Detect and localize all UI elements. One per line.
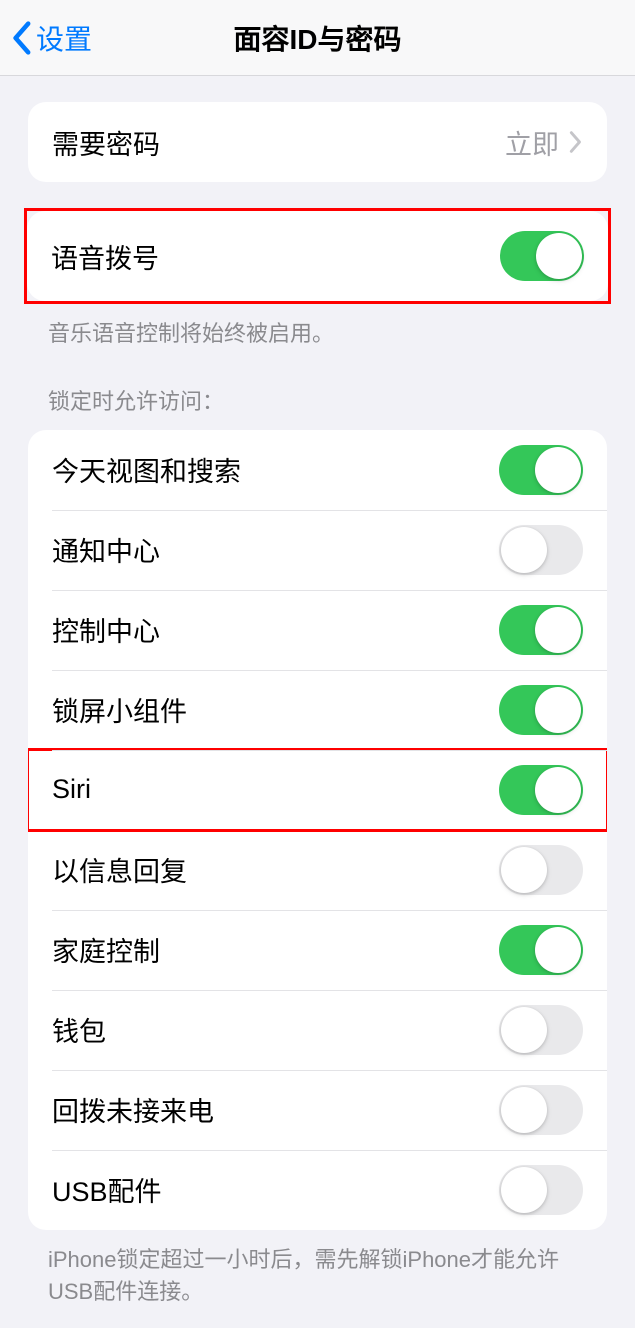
lock-item-toggle[interactable] <box>499 525 583 575</box>
lock-item-toggle[interactable] <box>499 685 583 735</box>
lock-item-toggle[interactable] <box>499 1005 583 1055</box>
lock-item-label: 控制中心 <box>52 610 160 649</box>
back-label: 设置 <box>36 18 92 58</box>
lock-item-row: Siri <box>28 750 607 830</box>
lock-item-row: 钱包 <box>28 990 607 1070</box>
lock-item-label: Siri <box>52 774 91 805</box>
lock-item-row: 锁屏小组件 <box>28 670 607 750</box>
voice-dial-row: 语音拨号 <box>27 211 608 301</box>
back-button[interactable]: 设置 <box>10 18 92 58</box>
lock-item-toggle[interactable] <box>499 1085 583 1135</box>
page-title: 面容ID与密码 <box>0 18 635 58</box>
voice-dial-footer: 音乐语音控制将始终被启用。 <box>48 318 587 350</box>
lock-item-toggle[interactable] <box>499 445 583 495</box>
lock-item-label: 以信息回复 <box>52 850 187 889</box>
require-password-row[interactable]: 需要密码 立即 <box>28 102 607 182</box>
lock-section-footer: iPhone锁定超过一小时后，需先解锁iPhone才能允许USB配件连接。 <box>48 1244 587 1308</box>
voice-dial-toggle[interactable] <box>500 231 584 281</box>
lock-item-row: 今天视图和搜索 <box>28 430 607 510</box>
chevron-right-icon <box>569 130 583 154</box>
lock-item-label: 今天视图和搜索 <box>52 450 241 489</box>
lock-item-label: 回拨未接来电 <box>52 1090 214 1129</box>
lock-item-row: 家庭控制 <box>28 910 607 990</box>
voice-dial-highlight: 语音拨号 <box>24 208 611 304</box>
lock-item-row: 回拨未接来电 <box>28 1070 607 1150</box>
lock-item-toggle[interactable] <box>499 765 583 815</box>
lock-item-label: 通知中心 <box>52 530 160 569</box>
lock-item-toggle[interactable] <box>499 605 583 655</box>
navbar: 设置 面容ID与密码 <box>0 0 635 76</box>
lock-item-toggle[interactable] <box>499 925 583 975</box>
voice-dial-label: 语音拨号 <box>51 237 159 276</box>
require-password-label: 需要密码 <box>52 123 160 162</box>
require-password-group: 需要密码 立即 <box>28 102 607 182</box>
lock-item-label: 锁屏小组件 <box>52 690 187 729</box>
lock-item-toggle[interactable] <box>499 845 583 895</box>
lock-item-row: USB配件 <box>28 1150 607 1230</box>
lock-item-row: 以信息回复 <box>28 830 607 910</box>
chevron-left-icon <box>10 20 32 56</box>
lock-item-row: 通知中心 <box>28 510 607 590</box>
require-password-value: 立即 <box>505 123 559 162</box>
lock-item-label: 钱包 <box>52 1010 106 1049</box>
lock-item-toggle[interactable] <box>499 1165 583 1215</box>
lock-item-label: USB配件 <box>52 1170 162 1209</box>
lock-section-header: 锁定时允许访问： <box>48 384 587 416</box>
lock-item-label: 家庭控制 <box>52 930 160 969</box>
lock-access-group: 今天视图和搜索通知中心控制中心锁屏小组件 Siri 以信息回复家庭控制钱包回拨未接来… <box>28 430 607 1230</box>
lock-item-row: 控制中心 <box>28 590 607 670</box>
